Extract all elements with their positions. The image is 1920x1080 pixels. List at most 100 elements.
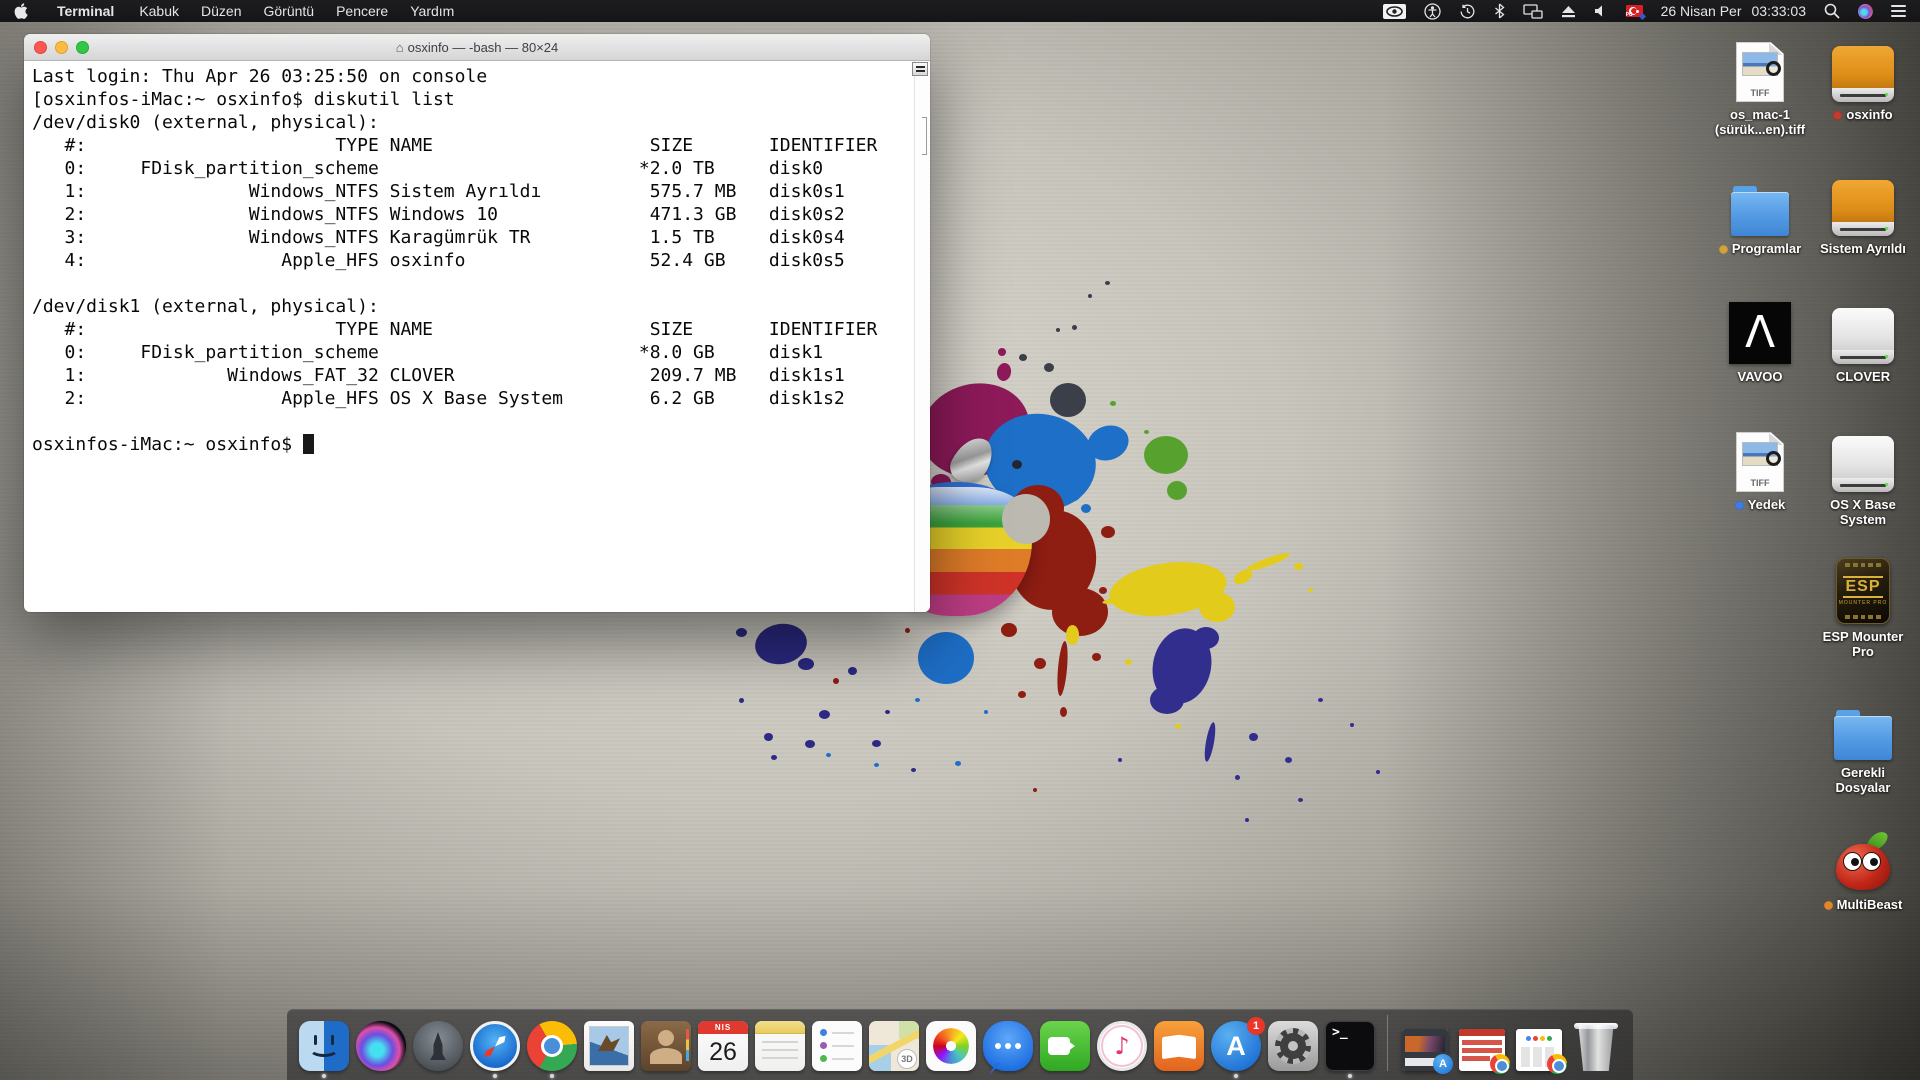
vavoo-app-icon: Λ [1729,302,1791,364]
dock-item-messages[interactable] [981,1021,1035,1071]
dock-item-siri[interactable] [354,1021,408,1071]
spotlight-icon[interactable] [1815,0,1849,22]
menu-pencere[interactable]: Pencere [325,3,399,19]
running-indicator [322,1074,326,1078]
dock-item-ibooks[interactable] [1152,1021,1206,1071]
safari-icon[interactable] [470,1021,520,1071]
terminal-window[interactable]: ⌂osxinfo — -bash — 80×24 Last login: Thu… [24,34,930,612]
siri-icon[interactable] [1849,0,1882,22]
bluetooth-icon[interactable] [1485,0,1514,22]
paint-splatter [911,768,916,772]
desktop-icon-os-mac-1-tiff[interactable]: TIFFos_mac-1 (sürük...en).tiff [1702,34,1818,137]
desktop-icon-osx-base-system-drive[interactable]: OS X Base System [1805,424,1920,527]
minimized-window-thumbnail[interactable]: A [1402,1029,1448,1071]
terminal-dock-icon[interactable]: >_ [1325,1021,1375,1071]
menu-kabuk[interactable]: Kabuk [128,3,190,19]
tag-dot [1719,245,1728,254]
dock-item-notes[interactable] [753,1021,807,1071]
dock-item-itunes[interactable]: ♪ [1095,1021,1149,1071]
dock-item-finder[interactable] [297,1021,351,1071]
messages-icon[interactable] [983,1021,1033,1071]
menu-yardım[interactable]: Yardım [399,3,465,19]
dock-item-maps[interactable]: 3D [867,1021,921,1071]
time-machine-icon[interactable] [1450,0,1485,22]
apple-menu-icon[interactable] [14,3,28,19]
desktop-icon-yedek-tiff[interactable]: TIFFYedek [1702,424,1818,512]
maps-icon[interactable]: 3D [869,1021,919,1071]
reminders-icon[interactable] [812,1021,862,1071]
terminal-content[interactable]: Last login: Thu Apr 26 03:25:50 on conso… [24,61,930,612]
ibooks-icon[interactable] [1154,1021,1204,1071]
dock-item-minimized-window-1[interactable]: A [1398,1029,1452,1071]
desktop: TIFFos_mac-1 (sürük...en).tiffosxinfoPro… [0,0,1920,1080]
accessibility-icon[interactable] [1415,0,1450,22]
dock-item-contacts[interactable] [639,1021,693,1071]
calendar-icon[interactable]: NIS26 [698,1021,748,1071]
paint-splatter [1066,625,1079,645]
dock-item-minimized-window-3[interactable] [1512,1029,1566,1071]
menu-düzen[interactable]: Düzen [190,3,252,19]
running-indicator [1234,1074,1238,1078]
desktop-icon-clover-drive[interactable]: CLOVER [1805,296,1920,384]
menu-bar-status: PC 26 Nisan Per 03:33:03 [1374,0,1920,22]
displays-mirroring-icon[interactable] [1514,0,1552,22]
itunes-icon[interactable]: ♪ [1097,1021,1147,1071]
notes-icon[interactable] [755,1021,805,1071]
chrome-icon[interactable] [527,1021,577,1071]
dock-item-chrome[interactable] [525,1021,579,1071]
system-preferences-icon[interactable] [1268,1021,1318,1071]
photos-icon[interactable] [926,1021,976,1071]
paint-splatter [918,632,974,684]
facetime-icon[interactable] [1040,1021,1090,1071]
paint-splatter [1082,420,1133,466]
app-store-icon[interactable]: A1 [1211,1021,1261,1071]
dock-item-app-store[interactable]: A1 [1209,1021,1263,1071]
finder-icon[interactable] [299,1021,349,1071]
desktop-icon-vavoo-app[interactable]: ΛVAVOO [1702,296,1818,384]
dock-item-terminal[interactable]: >_ [1323,1021,1377,1071]
nvidia-gpu-icon[interactable] [1374,0,1415,22]
dock-item-reminders[interactable] [810,1021,864,1071]
paint-splatter [1055,640,1069,696]
desktop-icon-osxinfo-drive[interactable]: osxinfo [1805,34,1920,122]
minimized-window-thumbnail[interactable] [1516,1029,1562,1071]
menu-bar-clock[interactable]: 26 Nisan Per 03:33:03 [1652,0,1815,22]
trash-icon[interactable] [1576,1023,1616,1071]
menu-terminal[interactable]: Terminal [46,3,128,19]
menu-görüntü[interactable]: Görüntü [252,3,325,19]
mail-icon[interactable] [584,1021,634,1071]
dock-item-mail[interactable] [582,1021,636,1071]
dock-item-facetime[interactable] [1038,1021,1092,1071]
desktop-icon-gerekli-dosyalar-folder[interactable]: Gerekli Dosyalar [1805,692,1920,795]
volume-icon[interactable] [1585,0,1617,22]
scrollbar-mark [922,117,927,155]
paint-splatter [1034,658,1046,669]
desktop-icon-esp-mounter-pro[interactable]: ESPMOUNTER PROESP Mounter Pro [1805,556,1920,659]
terminal-titlebar[interactable]: ⌂osxinfo — -bash — 80×24 [24,34,930,61]
tiff-file-icon: TIFF [1736,432,1784,492]
launchpad-icon[interactable] [413,1021,463,1071]
split-pane-button[interactable] [912,62,928,76]
paint-splatter [1376,770,1380,774]
paint-splatter [1101,526,1115,538]
dock-item-trash[interactable] [1569,1023,1623,1071]
desktop-icon-programlar-folder[interactable]: Programlar [1702,168,1818,256]
dock-item-minimized-window-2[interactable] [1455,1029,1509,1071]
contacts-icon[interactable] [641,1021,691,1071]
input-source-flag-turkish[interactable]: PC [1617,0,1652,22]
minimized-window-thumbnail[interactable] [1459,1029,1505,1071]
paint-splatter [1072,325,1077,330]
dock-separator [1387,1015,1388,1071]
desktop-icon-label: os_mac-1 (sürük...en).tiff [1715,107,1805,137]
dock-item-photos[interactable] [924,1021,978,1071]
desktop-icon-multibeast-app[interactable]: MultiBeast [1805,824,1920,912]
dock-item-system-preferences[interactable] [1266,1021,1320,1071]
dock-item-launchpad[interactable] [411,1021,465,1071]
eject-icon[interactable] [1552,0,1585,22]
siri-icon[interactable] [356,1021,406,1071]
notification-center-icon[interactable] [1882,0,1920,22]
paint-splatter [874,763,879,767]
desktop-icon-sistem-ayrildi-drive[interactable]: Sistem Ayrıldı [1805,168,1920,256]
dock-item-safari[interactable] [468,1021,522,1071]
dock-item-calendar[interactable]: NIS26 [696,1021,750,1071]
